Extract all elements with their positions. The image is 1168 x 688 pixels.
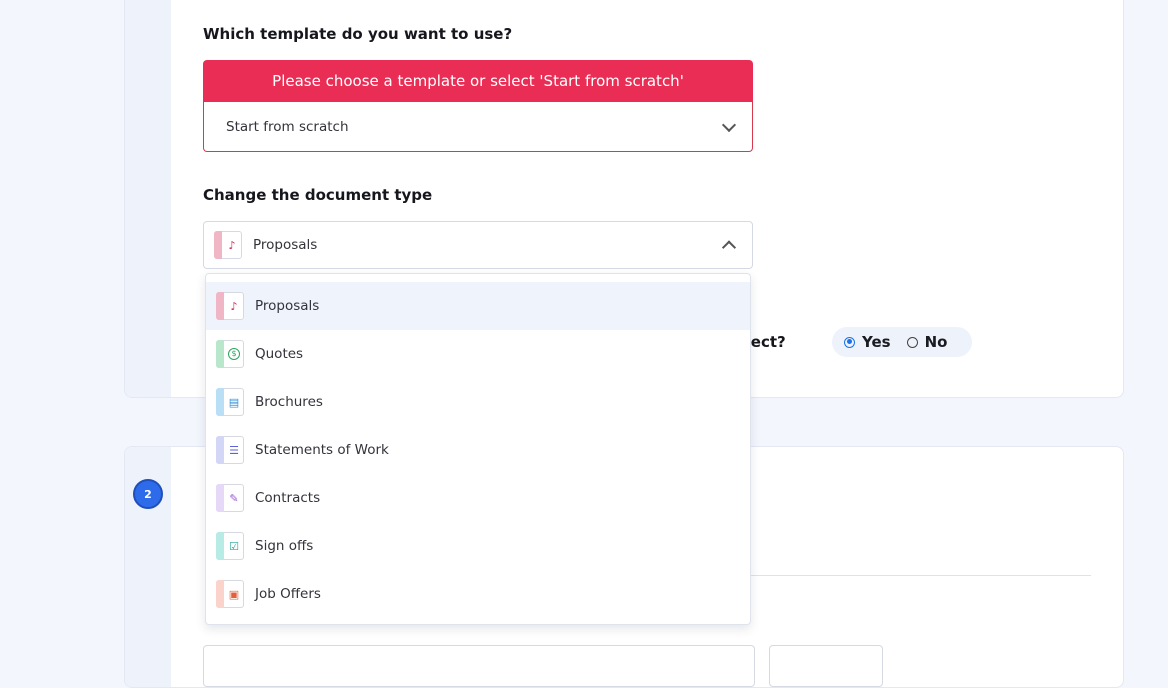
menu-item-sign-offs[interactable]: ☑ Sign offs [206, 522, 750, 570]
doctype-dropdown-menu: ♪ Proposals $ Quotes ▤ Brochures ☰ State… [205, 273, 751, 625]
menu-item-label: Job Offers [255, 586, 321, 602]
briefcase-icon: ▣ [216, 580, 244, 608]
radio-unselected-icon [906, 336, 918, 348]
template-select[interactable]: Start from scratch [203, 102, 753, 152]
yes-label: Yes [862, 333, 891, 351]
checklist-icon: ☰ [216, 436, 244, 464]
card-gutter [125, 0, 171, 397]
template-select-value: Start from scratch [226, 118, 349, 135]
menu-item-label: Sign offs [255, 538, 314, 554]
template-question: Which template do you want to use? [203, 25, 513, 43]
doctype-select-value: Proposals [253, 237, 318, 253]
divider [740, 575, 1091, 576]
yes-radio[interactable]: Yes [844, 333, 891, 351]
brochure-icon: ▤ [216, 388, 244, 416]
menu-item-statements-of-work[interactable]: ☰ Statements of Work [206, 426, 750, 474]
menu-item-label: Quotes [255, 346, 304, 362]
signoff-icon: ☑ [216, 532, 244, 560]
template-error-banner: Please choose a template or select 'Star… [203, 60, 753, 102]
menu-item-brochures[interactable]: ▤ Brochures [206, 378, 750, 426]
menu-item-label: Proposals [255, 298, 320, 314]
contract-icon: ✎ [216, 484, 244, 512]
input-field[interactable] [769, 645, 883, 687]
step-number-badge: 2 [133, 479, 163, 509]
input-field[interactable] [203, 645, 755, 687]
menu-item-contracts[interactable]: ✎ Contracts [206, 474, 750, 522]
menu-item-quotes[interactable]: $ Quotes [206, 330, 750, 378]
radio-selected-icon [844, 336, 855, 348]
doctype-select[interactable]: ♪ Proposals [203, 221, 753, 269]
menu-item-label: Contracts [255, 490, 321, 506]
menu-item-job-offers[interactable]: ▣ Job Offers [206, 570, 750, 618]
no-radio[interactable]: No [906, 333, 948, 351]
no-label: No [924, 333, 948, 351]
chevron-up-icon [721, 240, 737, 255]
menu-item-label: Brochures [255, 394, 323, 410]
chevron-down-icon [721, 117, 737, 132]
menu-item-proposals[interactable]: ♪ Proposals [206, 282, 750, 330]
confirm-radio-group: Yes No [832, 327, 972, 357]
signature-icon: ♪ [216, 292, 244, 320]
doctype-question: Change the document type [203, 186, 433, 204]
menu-item-label: Statements of Work [255, 442, 389, 458]
dollar-icon: $ [216, 340, 244, 368]
signature-icon: ♪ [214, 231, 242, 259]
